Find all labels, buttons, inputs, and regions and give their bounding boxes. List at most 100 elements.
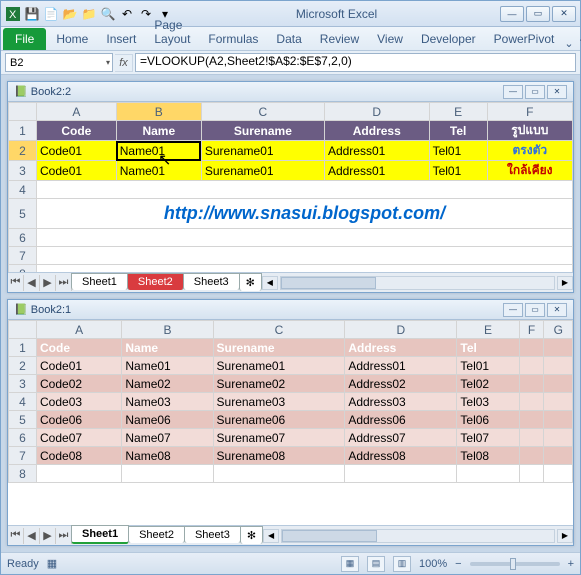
cell[interactable]: Code [37, 121, 117, 141]
row-header[interactable]: 7 [9, 247, 37, 265]
cell[interactable] [122, 465, 213, 483]
zoom-level[interactable]: 100% [419, 558, 447, 570]
cell[interactable]: Code01 [37, 141, 117, 161]
cell[interactable]: Surename01 [201, 141, 324, 161]
cell[interactable] [213, 465, 345, 483]
tab-page-layout[interactable]: Page Layout [146, 14, 198, 50]
row-header[interactable]: 6 [9, 229, 37, 247]
child-close-button[interactable]: ✕ [547, 85, 567, 99]
new-sheet-button[interactable]: ✻ [239, 273, 262, 291]
tab-powerpivot[interactable]: PowerPivot [486, 28, 563, 50]
row-header[interactable]: 8 [9, 265, 37, 273]
tab-nav-prev-icon[interactable]: ◀ [24, 275, 40, 291]
print-preview-icon[interactable]: 🔍 [100, 6, 116, 22]
cell[interactable] [544, 411, 573, 429]
tab-nav-last-icon[interactable]: ⏭ [56, 528, 72, 544]
grid[interactable]: A B C D E F G 1 Code Name Surename Addre… [8, 320, 573, 483]
cell[interactable]: Surename [213, 339, 345, 357]
tab-view[interactable]: View [369, 28, 411, 50]
cell[interactable]: Surename06 [213, 411, 345, 429]
row-header[interactable]: 2 [9, 357, 37, 375]
row-header[interactable]: 8 [9, 465, 37, 483]
cell[interactable]: Code07 [37, 429, 122, 447]
col-header[interactable]: C [213, 321, 345, 339]
row-header[interactable]: 2 [9, 141, 37, 161]
active-cell[interactable]: Name01 [116, 141, 201, 161]
child-minimize-button[interactable]: — [503, 303, 523, 317]
cell[interactable] [37, 265, 573, 273]
scroll-right-icon[interactable]: ▶ [557, 529, 573, 543]
scrollbar-horizontal[interactable] [281, 529, 555, 543]
cell[interactable] [519, 411, 544, 429]
cell[interactable]: Tel03 [457, 393, 519, 411]
sheet-tab[interactable]: Sheet3 [183, 273, 240, 290]
cell[interactable]: Address08 [345, 447, 457, 465]
cell[interactable]: Tel06 [457, 411, 519, 429]
cell[interactable] [544, 375, 573, 393]
cell[interactable]: Address01 [345, 357, 457, 375]
row-header[interactable]: 1 [9, 121, 37, 141]
cell[interactable]: Address03 [345, 393, 457, 411]
cell[interactable]: Address [324, 121, 429, 141]
save-icon[interactable]: 💾 [24, 6, 40, 22]
tab-nav-next-icon[interactable]: ▶ [40, 528, 56, 544]
name-box-dropdown-icon[interactable]: ▾ [106, 58, 110, 67]
cell[interactable]: Address [345, 339, 457, 357]
cell[interactable]: Code [37, 339, 122, 357]
sheet-tab-active[interactable]: Sheet2 [127, 273, 184, 290]
view-page-layout-button[interactable]: ▤ [367, 556, 385, 572]
tab-formulas[interactable]: Formulas [200, 28, 266, 50]
child-maximize-button[interactable]: ▭ [525, 303, 545, 317]
tab-nav-first-icon[interactable]: ⏮ [8, 275, 24, 291]
new-sheet-button[interactable]: ✻ [240, 526, 263, 544]
cell[interactable]: Name03 [122, 393, 213, 411]
col-header[interactable]: G [544, 321, 573, 339]
cell[interactable]: Address07 [345, 429, 457, 447]
cell[interactable] [519, 393, 544, 411]
select-all[interactable] [9, 103, 37, 121]
cell[interactable]: Code03 [37, 393, 122, 411]
scroll-left-icon[interactable]: ◀ [262, 276, 278, 290]
zoom-in-button[interactable]: + [568, 558, 574, 570]
cell[interactable] [37, 465, 122, 483]
sheet-tab[interactable]: Sheet1 [71, 273, 128, 290]
col-header[interactable]: D [324, 103, 429, 121]
col-header[interactable]: E [429, 103, 487, 121]
cell[interactable]: ตรงตัว [487, 141, 572, 161]
tab-insert[interactable]: Insert [98, 28, 144, 50]
scroll-thumb[interactable] [282, 530, 377, 542]
cell[interactable]: Name06 [122, 411, 213, 429]
scrollbar-horizontal[interactable] [280, 276, 555, 290]
cell[interactable] [519, 357, 544, 375]
tab-nav-next-icon[interactable]: ▶ [40, 275, 56, 291]
maximize-button[interactable]: ▭ [526, 6, 550, 22]
row-header[interactable]: 4 [9, 393, 37, 411]
cell[interactable] [345, 465, 457, 483]
cell[interactable] [519, 339, 544, 357]
child-maximize-button[interactable]: ▭ [525, 85, 545, 99]
sheet-tab[interactable]: Sheet3 [184, 526, 241, 543]
cell[interactable] [519, 447, 544, 465]
cell[interactable]: Code01 [37, 357, 122, 375]
cell[interactable] [544, 447, 573, 465]
cell[interactable]: Code02 [37, 375, 122, 393]
cell[interactable]: Surename [201, 121, 324, 141]
cell[interactable] [519, 429, 544, 447]
col-header[interactable]: C [201, 103, 324, 121]
row-header[interactable]: 1 [9, 339, 37, 357]
cell[interactable]: Name [116, 121, 201, 141]
cell[interactable] [457, 465, 519, 483]
scroll-thumb[interactable] [281, 277, 377, 289]
cell[interactable]: Tel02 [457, 375, 519, 393]
cell[interactable] [37, 229, 573, 247]
row-header[interactable]: 5 [9, 199, 37, 229]
fx-button[interactable]: fx [115, 54, 133, 72]
cell[interactable] [519, 465, 544, 483]
grid[interactable]: A B C D E F 1 Code Name Surename Address… [8, 102, 573, 272]
row-header[interactable]: 3 [9, 375, 37, 393]
sheet-tab[interactable]: Sheet2 [128, 526, 185, 543]
sheet-tab-active[interactable]: Sheet1 [71, 525, 129, 544]
view-normal-button[interactable]: ▦ [341, 556, 359, 572]
cell[interactable]: Surename01 [201, 161, 324, 181]
cell[interactable]: Name07 [122, 429, 213, 447]
